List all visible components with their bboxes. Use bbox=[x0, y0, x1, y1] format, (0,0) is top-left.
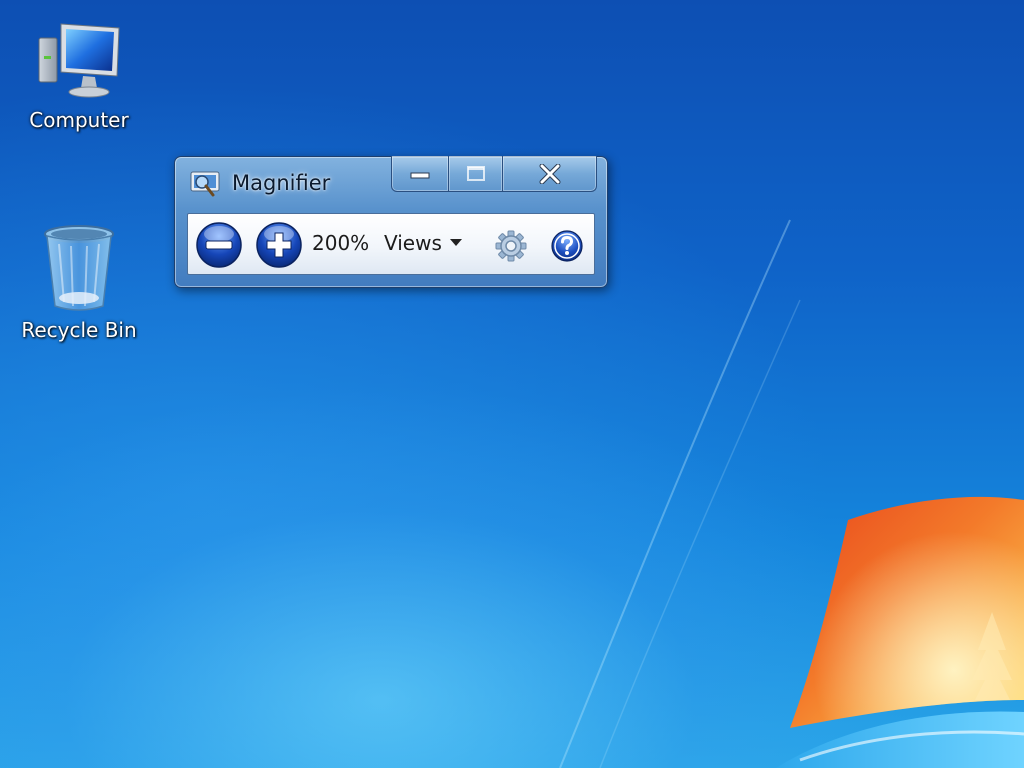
zoom-level: 200% bbox=[312, 231, 370, 255]
close-icon bbox=[539, 163, 560, 184]
window-title: Magnifier bbox=[232, 171, 331, 195]
help-icon[interactable] bbox=[550, 229, 584, 263]
desktop-icon-label: Recycle Bin bbox=[21, 318, 137, 342]
title-bar[interactable]: Magnifier bbox=[175, 156, 607, 209]
zoom-out-button[interactable] bbox=[194, 221, 244, 269]
maximize-button[interactable] bbox=[449, 156, 503, 192]
minimize-icon bbox=[410, 172, 430, 178]
minimize-button[interactable] bbox=[391, 156, 449, 192]
recycle-bin-icon bbox=[44, 225, 114, 311]
desktop[interactable]: Computer Recycle Bin Magnifier 200% View… bbox=[0, 0, 1024, 768]
wallpaper-logo bbox=[559, 219, 1024, 768]
desktop-icon-recycle-bin[interactable]: Recycle Bin bbox=[14, 222, 144, 342]
desktop-icon-label: Computer bbox=[29, 108, 129, 132]
gear-icon[interactable] bbox=[494, 229, 528, 263]
chevron-down-icon bbox=[449, 239, 462, 246]
magnifier-app-icon bbox=[190, 171, 220, 197]
views-dropdown[interactable]: Views bbox=[384, 231, 462, 255]
computer-monitor-icon bbox=[38, 23, 120, 98]
maximize-icon bbox=[466, 165, 485, 181]
close-button[interactable] bbox=[503, 156, 597, 192]
magnifier-window[interactable]: Magnifier 200% Views bbox=[174, 156, 608, 288]
desktop-icon-computer[interactable]: Computer bbox=[14, 18, 144, 132]
views-label: Views bbox=[384, 231, 442, 255]
magnifier-toolbar: 200% Views bbox=[187, 213, 595, 275]
zoom-in-button[interactable] bbox=[254, 221, 304, 269]
caption-buttons bbox=[391, 156, 597, 194]
